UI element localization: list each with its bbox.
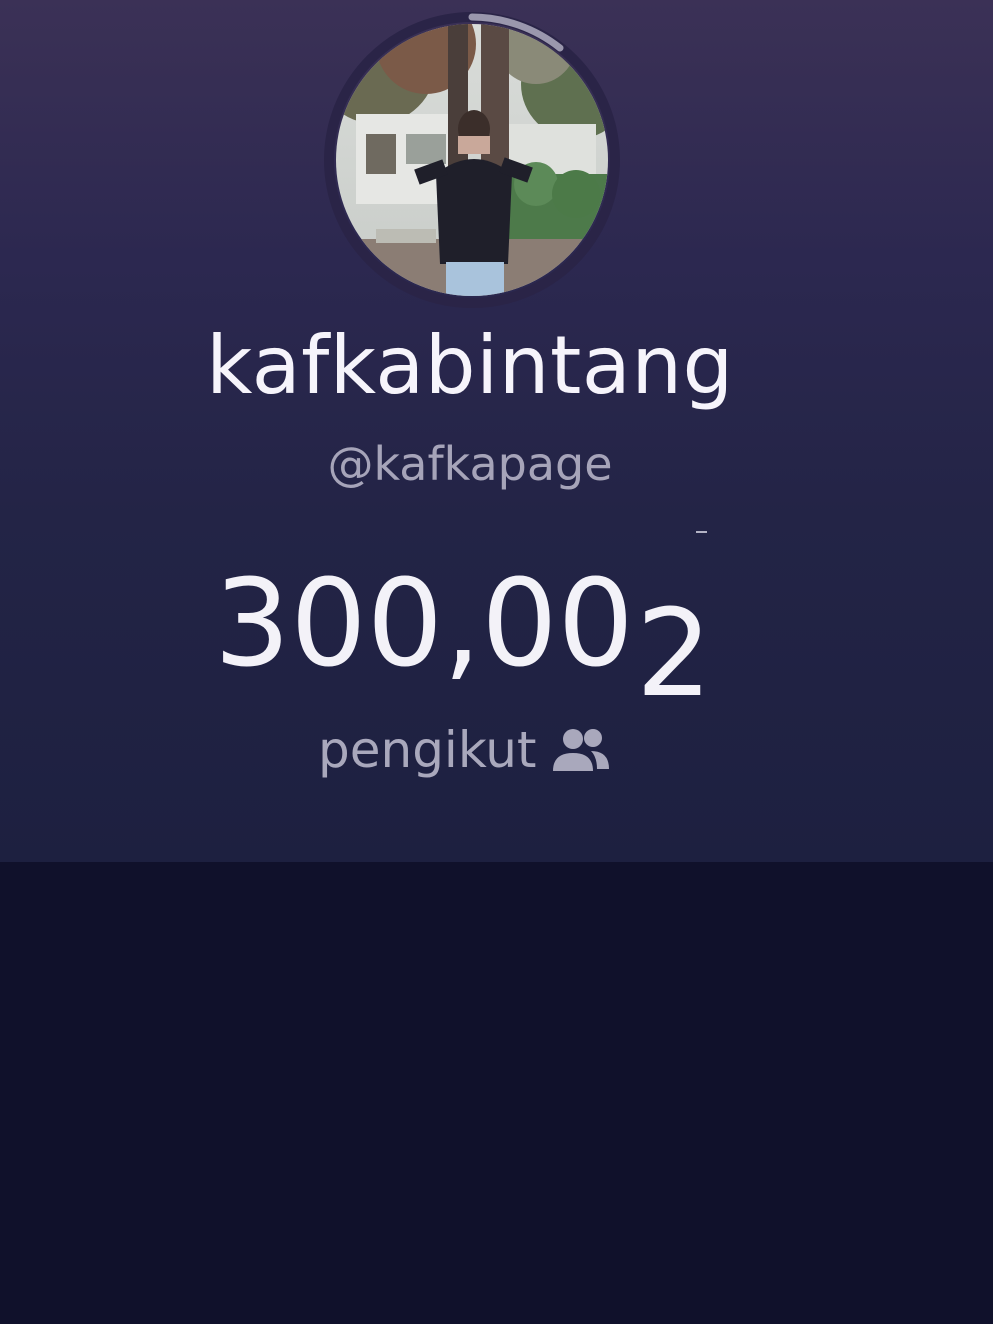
followers-label: pengikut [318, 721, 537, 779]
counter-tick-mark [696, 531, 707, 533]
avatar[interactable] [336, 24, 608, 296]
follower-counter: 300,002 [214, 555, 712, 720]
follower-count-digits: 300,00 [214, 555, 634, 694]
lower-background [0, 862, 993, 1324]
avatar-container[interactable] [322, 10, 622, 310]
people-icon [551, 727, 611, 773]
avatar-photo [336, 24, 608, 296]
username-handle[interactable]: @kafkapage [0, 436, 940, 492]
display-name: kafkabintang [206, 319, 734, 412]
screen: kafkabintang @kafkapage 300,002 pengikut [0, 0, 993, 1324]
followers-label-row: pengikut [318, 720, 611, 780]
follower-count-rolling-digit: 2 [635, 585, 713, 724]
profile-card: kafkabintang @kafkapage 300,002 pengikut [0, 0, 993, 862]
